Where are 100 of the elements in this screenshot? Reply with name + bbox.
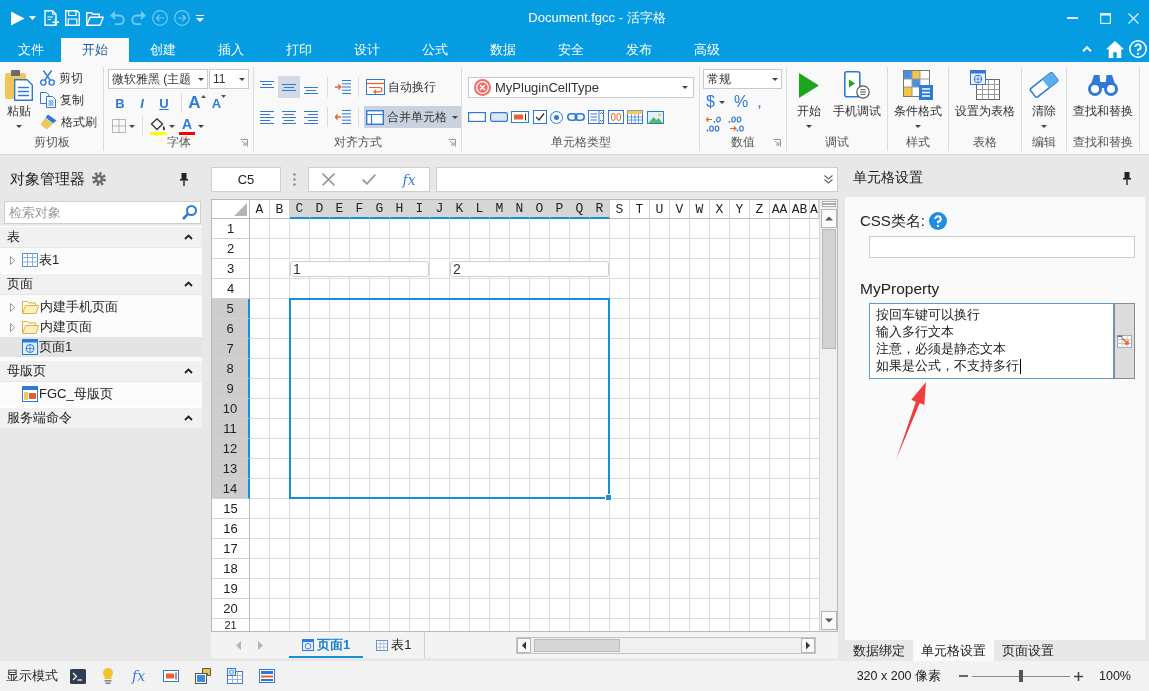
customize-icon[interactable]: [196, 14, 204, 22]
font-size-dropdown[interactable]: 11: [209, 69, 249, 89]
tree-item[interactable]: 内建手机页面: [0, 297, 202, 317]
comma-style-button[interactable]: ,: [754, 92, 765, 112]
chain-link-icon[interactable]: [566, 113, 585, 121]
column-header[interactable]: X: [710, 200, 730, 219]
copy-button[interactable]: 复制: [38, 89, 99, 111]
column-header[interactable]: Z: [750, 200, 770, 219]
font-family-dropdown[interactable]: 微软雅黑 (主题: [108, 69, 208, 89]
paste-button[interactable]: 粘贴: [0, 67, 38, 134]
text-field-icon[interactable]: [163, 670, 180, 682]
formula-field[interactable]: [436, 167, 838, 192]
panel-tab[interactable]: 数据绑定: [845, 640, 913, 661]
list-icon[interactable]: [588, 110, 604, 124]
pin-icon[interactable]: [1123, 171, 1131, 185]
clear-button[interactable]: 清除: [1024, 67, 1064, 134]
column-header[interactable]: T: [630, 200, 650, 219]
fill-handle[interactable]: [605, 494, 612, 501]
window-chart-icon[interactable]: [195, 668, 212, 684]
section-header[interactable]: 表: [0, 226, 202, 248]
align-middle-icon[interactable]: [278, 76, 300, 98]
fill-color-button[interactable]: [148, 116, 177, 136]
row-header[interactable]: 11: [212, 419, 250, 439]
column-header[interactable]: AA: [770, 200, 790, 219]
cell-type-dropdown[interactable]: MyPluginCellType: [468, 77, 694, 98]
insert-function-button[interactable]: fx: [402, 171, 416, 188]
align-left-icon[interactable]: [260, 111, 274, 124]
underline-button[interactable]: U: [154, 93, 174, 113]
open-folder-icon[interactable]: [86, 10, 104, 26]
row-header[interactable]: 3: [212, 259, 250, 279]
panel-tab[interactable]: 页面设置: [994, 640, 1062, 661]
dialog-launcher-icon[interactable]: [240, 138, 248, 147]
number-format-dropdown[interactable]: 常规: [703, 69, 782, 89]
format-painter-button[interactable]: 格式刷: [38, 111, 99, 133]
column-header[interactable]: J: [430, 200, 450, 219]
row-header[interactable]: 2: [212, 239, 250, 259]
currency-button[interactable]: $: [703, 92, 728, 112]
scrollbar-thumb[interactable]: [534, 638, 620, 652]
font-color-button[interactable]: A: [177, 116, 206, 136]
row-header[interactable]: 8: [212, 359, 250, 379]
set-as-table-button[interactable]: 设置为表格: [951, 67, 1019, 134]
search-icon[interactable]: [182, 205, 197, 220]
formula-button[interactable]: fx: [132, 668, 146, 684]
column-header[interactable]: V: [670, 200, 690, 219]
search-field[interactable]: 检索对象: [4, 201, 201, 224]
column-header[interactable]: M: [490, 200, 510, 219]
merge-cells-button[interactable]: 合并单元格: [364, 106, 461, 128]
decrease-font-button[interactable]: A: [209, 93, 229, 113]
save-icon[interactable]: [65, 10, 80, 26]
side-button[interactable]: [1114, 303, 1135, 379]
close-icon[interactable]: [1128, 12, 1139, 24]
column-header[interactable]: H: [390, 200, 410, 219]
column-header[interactable]: U: [650, 200, 670, 219]
outdent-arrow-icon[interactable]: [335, 110, 351, 124]
column-header[interactable]: S: [610, 200, 630, 219]
calendar-icon[interactable]: [627, 110, 643, 124]
column-header[interactable]: Y: [730, 200, 750, 219]
column-header[interactable]: C: [290, 200, 310, 219]
increase-font-button[interactable]: A: [187, 93, 207, 113]
italic-button[interactable]: I: [132, 93, 152, 113]
ribbon-tab[interactable]: 开始: [61, 38, 129, 62]
row-header[interactable]: 4: [212, 279, 250, 299]
borders-button[interactable]: [110, 116, 137, 136]
collapse-ribbon-icon[interactable]: [1082, 46, 1092, 52]
panel-tab[interactable]: 单元格设置: [913, 640, 994, 661]
row-header[interactable]: 19: [212, 579, 250, 599]
section-header[interactable]: 页面: [0, 273, 202, 295]
dialog-launcher-icon[interactable]: [773, 138, 781, 147]
caret-up-icon[interactable]: [184, 281, 193, 287]
cancel-icon[interactable]: [322, 173, 336, 186]
percent-button[interactable]: %: [730, 92, 752, 112]
row-header[interactable]: 1: [212, 219, 250, 239]
column-header[interactable]: A: [250, 200, 270, 219]
row-header[interactable]: 12: [212, 439, 250, 459]
help-icon[interactable]: [1129, 40, 1147, 58]
column-header[interactable]: K: [450, 200, 470, 219]
expand-icon[interactable]: [824, 175, 833, 184]
row-header[interactable]: 20: [212, 599, 250, 619]
column-header[interactable]: N: [510, 200, 530, 219]
scroll-down-icon[interactable]: [820, 611, 837, 630]
radio-icon[interactable]: [550, 110, 563, 124]
caret-icon[interactable]: [29, 16, 36, 20]
section-header[interactable]: 服务端命令: [0, 407, 202, 429]
start-button[interactable]: 开始: [789, 67, 829, 134]
row-header[interactable]: 14: [212, 479, 250, 499]
align-bottom-icon[interactable]: [304, 87, 318, 94]
find-replace-button[interactable]: 查找和替换: [1069, 67, 1137, 134]
settings-icon[interactable]: [92, 172, 106, 186]
align-right-icon[interactable]: [304, 111, 318, 124]
expand-triangle-icon[interactable]: [10, 302, 15, 312]
select-all-icon[interactable]: [234, 203, 247, 216]
column-header[interactable]: F: [350, 200, 370, 219]
column-header[interactable]: E: [330, 200, 350, 219]
row-header[interactable]: 17: [212, 539, 250, 559]
new-document-icon[interactable]: [44, 10, 59, 26]
cell-reference-field[interactable]: C5: [211, 167, 281, 192]
column-header[interactable]: R: [590, 200, 610, 219]
cut-button[interactable]: 剪切: [38, 67, 99, 89]
scroll-left-icon[interactable]: [517, 637, 531, 653]
row-header[interactable]: 10: [212, 399, 250, 419]
